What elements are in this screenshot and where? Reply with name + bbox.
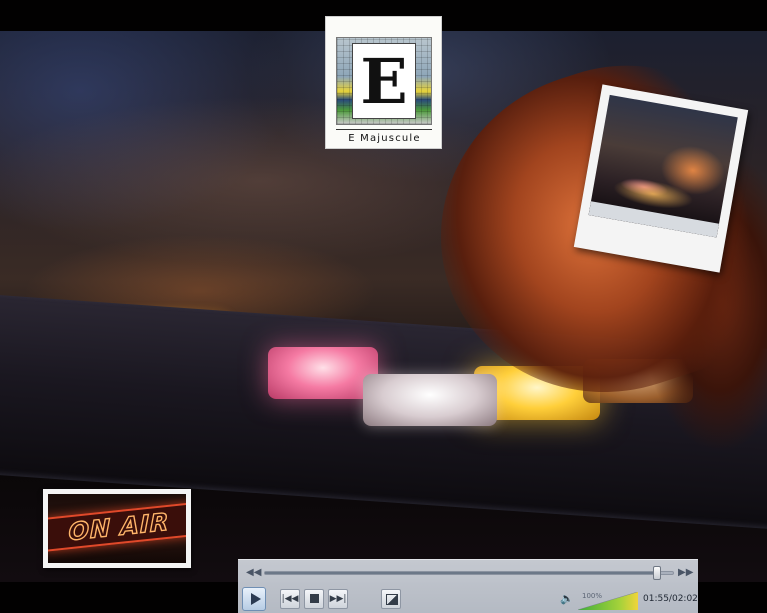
media-player-controls: ◀◀ ▶▶ |◀◀ ▶▶| 🔈 100% 01:55/02:02 — [238, 559, 698, 613]
seek-bar[interactable] — [264, 566, 674, 580]
logo-letter: E — [352, 43, 416, 119]
polaroid-thumbnail — [573, 84, 749, 273]
speaker-icon[interactable]: 🔈 — [560, 592, 574, 606]
on-air-frame: ON AIR — [43, 489, 191, 568]
logo-card: E E Majuscule — [325, 16, 442, 149]
rewind-icon[interactable]: ◀◀ — [246, 566, 261, 580]
stop-button[interactable] — [304, 589, 324, 609]
volume-slider[interactable]: 100% — [578, 590, 640, 610]
seek-bar-fill — [265, 572, 657, 574]
time-display: 01:55/02:02 — [643, 594, 698, 604]
previous-track-button[interactable]: |◀◀ — [280, 589, 300, 609]
video-frame: E E Majuscule ON AIR ◀◀ ▶▶ |◀◀ ▶▶| 🔈 100… — [0, 0, 767, 613]
seek-thumb[interactable] — [652, 566, 661, 580]
next-track-button[interactable]: ▶▶| — [328, 589, 348, 609]
play-button[interactable] — [242, 587, 266, 611]
polaroid-player-bar — [588, 201, 720, 238]
fullscreen-button[interactable] — [381, 589, 401, 609]
on-air-photo: ON AIR — [48, 494, 186, 563]
console-key-pink — [268, 347, 378, 399]
logo-name: E Majuscule — [348, 133, 421, 144]
on-air-text: ON AIR — [68, 507, 170, 547]
logo-divider — [336, 129, 432, 130]
on-air-sign: ON AIR — [48, 502, 186, 552]
volume-label: 100% — [582, 592, 603, 600]
console-key-white — [363, 374, 497, 426]
fast-forward-icon[interactable]: ▶▶ — [678, 566, 693, 580]
polaroid-photo — [588, 94, 738, 238]
